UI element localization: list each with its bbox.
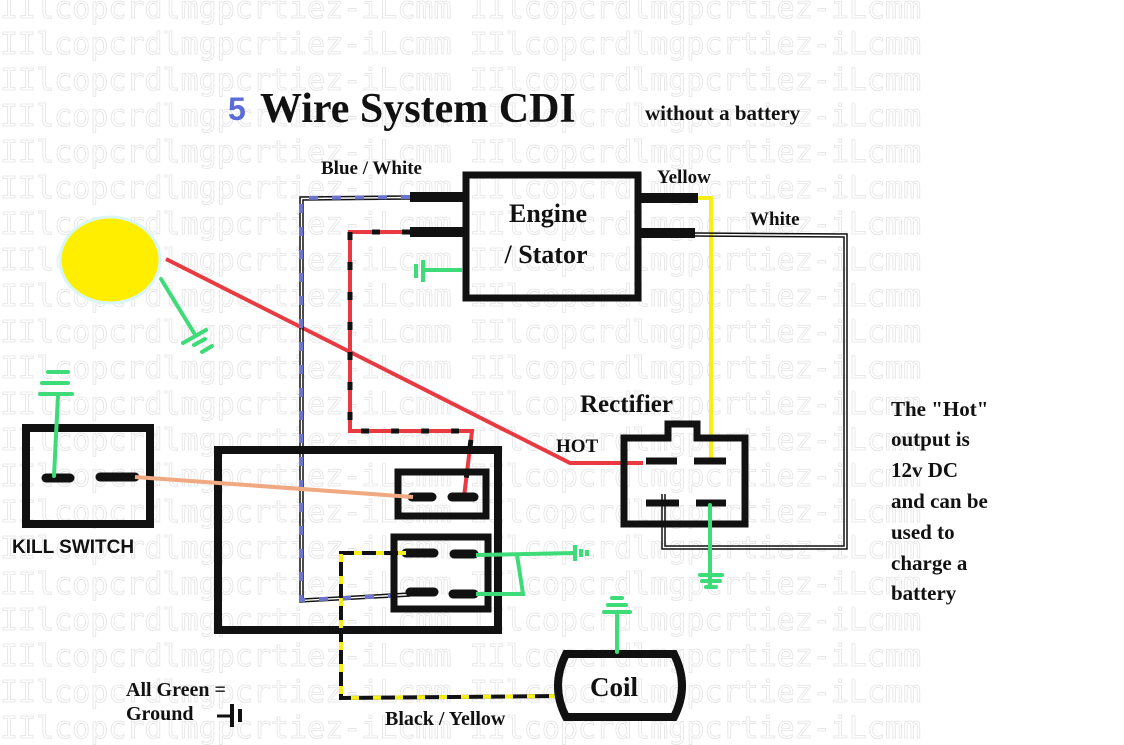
blue-white-label: Blue / White	[321, 158, 422, 179]
hot-label: HOT	[556, 436, 599, 457]
note-line: charge a	[891, 551, 968, 575]
legend-line1: All Green =	[126, 679, 226, 701]
coil-ground-icon	[602, 596, 632, 654]
legend-line2: Ground	[126, 703, 193, 725]
note-line: battery	[891, 581, 957, 605]
engine-label: Engine	[509, 199, 587, 228]
lamp-bulb	[58, 215, 162, 305]
note-line: The "Hot"	[891, 397, 988, 421]
lamp-ground-icon	[159, 277, 214, 354]
kill-switch-wire	[134, 475, 414, 499]
cdi-ground-icon	[475, 545, 589, 596]
kill-switch-label: KILL SWITCH	[12, 537, 134, 558]
black-yellow-label: Black / Yellow	[385, 708, 506, 730]
stator-label: / Stator	[503, 240, 587, 269]
wiring-diagram-canvas: IIlcopcrdlmgpcrtiez-iLcmm IIlcopcrdlmgpc…	[0, 0, 1124, 745]
engine-stator-box	[462, 171, 642, 302]
stator-ground-icon	[414, 260, 462, 282]
rectifier-box	[620, 420, 749, 528]
note-line: and can be	[891, 489, 988, 513]
coil-label: Coil	[590, 672, 639, 702]
kill-switch-contacts	[41, 472, 140, 483]
title-main: Wire System CDI	[260, 86, 576, 132]
yellow-label: Yellow	[657, 167, 711, 188]
note-line: used to	[891, 520, 955, 544]
lamp	[58, 215, 162, 305]
title-number: 5	[228, 91, 246, 127]
note-line: 12v DC	[891, 458, 958, 482]
white-wire	[661, 232, 848, 550]
note-line: output is	[891, 427, 970, 451]
rectifier-pins	[646, 457, 726, 507]
white-label: White	[750, 209, 800, 230]
diagram-svg: 5 Wire System CDI without a battery Engi…	[12, 86, 988, 730]
legend-ground-icon	[217, 704, 242, 727]
rectifier-label: Rectifier	[580, 391, 673, 418]
hot-output-note: The "Hot" output is 12v DC and can be us…	[891, 397, 988, 605]
cdi-pins	[401, 492, 479, 599]
title-subtitle: without a battery	[645, 101, 801, 125]
black-yellow-wire	[339, 551, 561, 701]
